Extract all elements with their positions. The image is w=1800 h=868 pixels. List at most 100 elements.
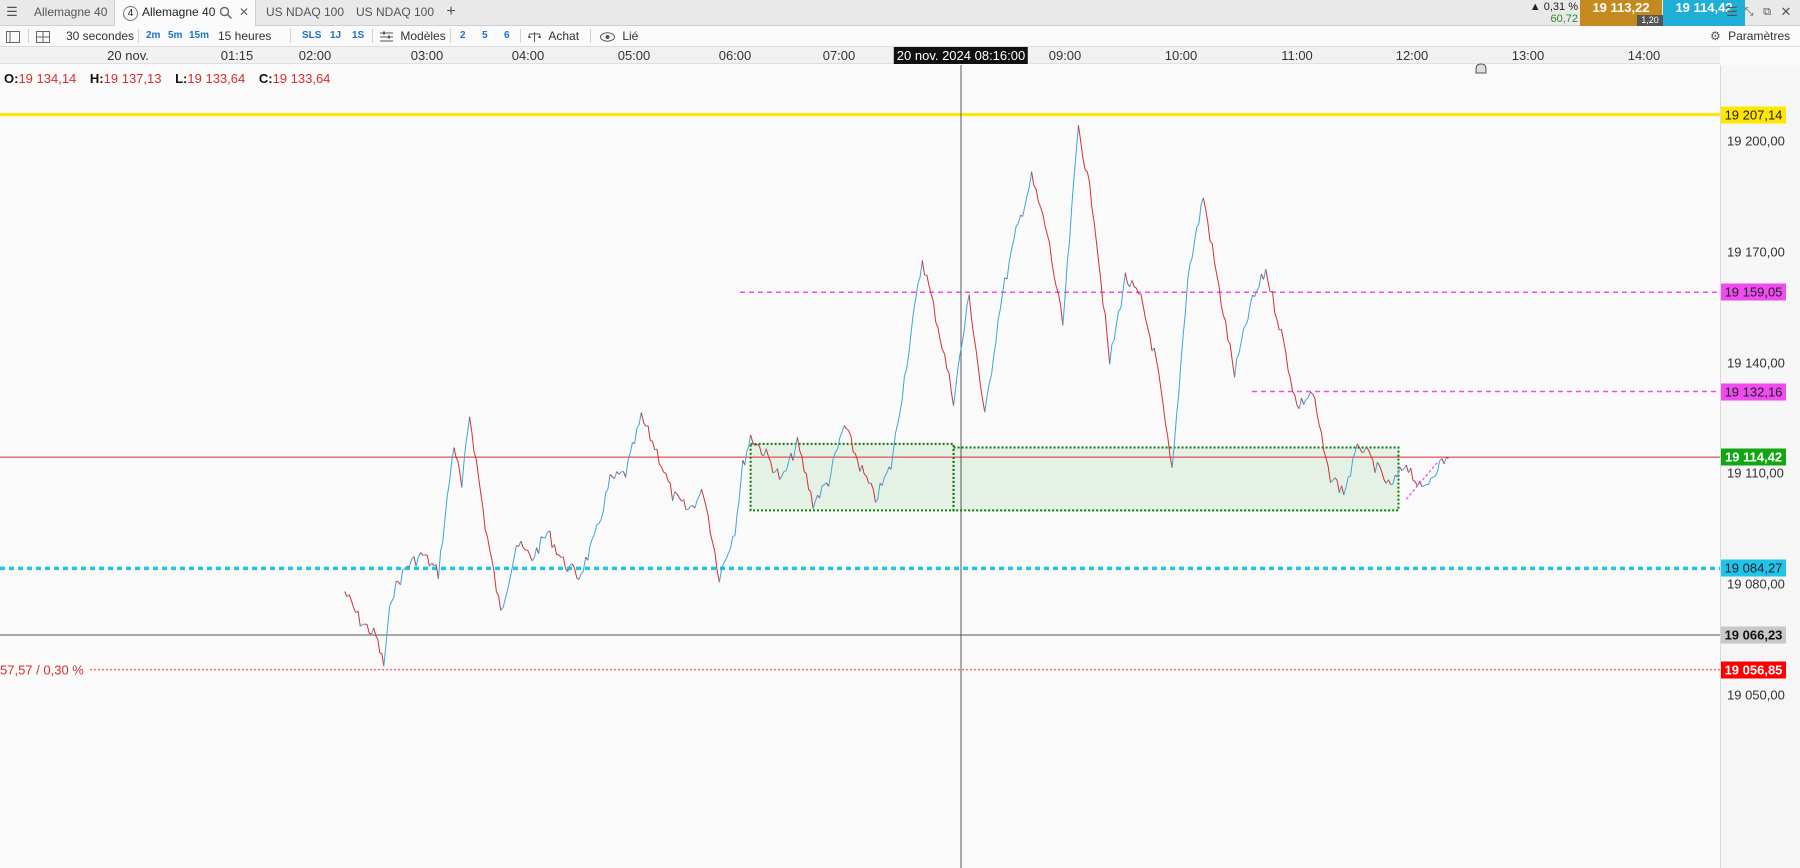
price-segment	[1013, 226, 1017, 240]
close-tab-icon[interactable]: ✕	[239, 0, 249, 24]
price-segment	[449, 460, 453, 483]
price-segment	[1133, 286, 1137, 289]
price-segment	[1040, 206, 1044, 215]
price-segment	[1258, 274, 1262, 287]
price-segment	[687, 505, 691, 510]
price-segment	[1102, 304, 1106, 314]
price-segment	[484, 529, 488, 538]
price-segment	[946, 368, 950, 374]
price-level-badge: 19 114,42	[1721, 448, 1786, 466]
chart-toolbar: 30 secondes 2m 5m 15m 15 heures SLS 1J 1…	[0, 26, 1800, 47]
timeframe-15m-button[interactable]: 15m	[189, 26, 209, 46]
price-segment	[1289, 377, 1293, 392]
price-segment	[734, 514, 738, 536]
price-segment	[1272, 291, 1276, 313]
price-tick: 19 110,00	[1727, 465, 1784, 481]
divider	[450, 29, 451, 43]
trend-line	[1405, 461, 1438, 500]
popout-icon[interactable]: ⧉	[1758, 0, 1776, 24]
price-segment	[912, 299, 917, 313]
price-segment	[420, 552, 424, 556]
tab-label: US NDAQ 100	[266, 5, 345, 19]
period-select[interactable]: 15 heures	[218, 26, 271, 46]
price-segment	[1091, 206, 1095, 222]
price-segment	[638, 412, 642, 425]
divider	[520, 29, 521, 43]
sidebar-toggle-icon[interactable]	[6, 26, 20, 46]
price-segment	[1307, 391, 1311, 398]
layout-2-button[interactable]: 2	[460, 26, 466, 46]
price-segment	[669, 483, 674, 501]
price-segment	[451, 447, 455, 461]
price-segment	[1249, 295, 1253, 305]
price-segment	[371, 627, 375, 635]
timeframe-2m-button[interactable]: 2m	[146, 26, 160, 46]
layout-icon[interactable]	[36, 26, 50, 46]
price-segment	[904, 368, 908, 376]
price-segment	[1042, 213, 1046, 226]
price-segment	[1312, 393, 1316, 399]
link-button[interactable]: Lié	[600, 26, 638, 46]
price-segment	[1149, 336, 1153, 351]
price-segment	[667, 480, 671, 484]
price-segment	[531, 557, 535, 562]
tab-allemagne-40-a[interactable]: Allemagne 40	[26, 0, 111, 26]
price-segment	[707, 516, 711, 535]
ohlc-readout: O:19 134,14 H:19 137,13 L:19 133,64 C:19…	[4, 71, 340, 86]
menu-icon[interactable]: ☰	[2, 0, 22, 24]
price-segment	[1234, 358, 1238, 378]
price-segment	[1071, 177, 1075, 207]
price-segment	[696, 495, 700, 501]
price-segment	[1011, 239, 1015, 251]
buy-button[interactable]: Achat	[528, 26, 579, 46]
price-segment	[429, 562, 433, 567]
price-segment	[1238, 342, 1242, 354]
search-icon[interactable]	[219, 0, 233, 24]
list-icon[interactable]: ☰	[1724, 0, 1740, 24]
price-segment	[643, 422, 647, 427]
price-segment	[377, 639, 381, 654]
time-tick: 10:00	[1164, 48, 1198, 63]
price-segment	[1399, 466, 1403, 471]
price-segment	[636, 424, 640, 429]
timeframe-1j-button[interactable]: 1J	[330, 26, 341, 46]
price-axis[interactable]: 19 207,14 19 159,05 19 132,16 19 114,42 19 0…	[1720, 65, 1800, 868]
layout-6-button[interactable]: 6	[504, 26, 510, 46]
add-tab-icon[interactable]: +	[440, 0, 462, 24]
price-segment	[1314, 397, 1318, 415]
price-segment	[1109, 344, 1113, 365]
price-segment	[937, 327, 941, 341]
layout-5-button[interactable]: 5	[482, 26, 488, 46]
series-layer	[344, 125, 1449, 667]
close-icon[interactable]: ✕	[1776, 0, 1796, 24]
price-segment	[736, 501, 740, 516]
price-segment	[1028, 171, 1033, 187]
price-segment	[672, 491, 676, 502]
tab-allemagne-40-active[interactable]: 4 Allemagne 40 ✕	[114, 0, 256, 26]
price-segment	[634, 427, 638, 444]
price-segment	[578, 573, 582, 580]
price-segment	[1316, 414, 1320, 426]
price-chart[interactable]	[0, 65, 1720, 868]
price-tick: 19 140,00	[1727, 355, 1785, 371]
price-segment	[1084, 169, 1088, 173]
settings-button[interactable]: ⚙ Paramètres	[1710, 26, 1790, 46]
price-segment	[1044, 225, 1048, 235]
models-button[interactable]: Modèles	[380, 26, 446, 46]
price-segment	[498, 595, 502, 611]
sls-button[interactable]: SLS	[302, 26, 321, 46]
price-segment	[1209, 240, 1213, 245]
price-segment	[846, 428, 849, 431]
price-segment	[629, 442, 633, 454]
timeframe-5m-button[interactable]: 5m	[168, 26, 182, 46]
interval-select[interactable]: 30 secondes	[66, 26, 134, 46]
price-segment	[705, 506, 709, 517]
tab-us-ndaq-100-b[interactable]: US NDAQ 100	[348, 0, 438, 26]
timeframe-1s-button[interactable]: 1S	[352, 26, 364, 46]
collapse-icon[interactable]: ⤡	[1740, 0, 1758, 24]
price-segment	[1218, 284, 1222, 305]
price-segment	[1441, 458, 1445, 465]
price-segment	[1229, 343, 1233, 361]
price-segment	[1227, 340, 1231, 345]
tab-us-ndaq-100-a[interactable]: US NDAQ 100	[258, 0, 348, 26]
